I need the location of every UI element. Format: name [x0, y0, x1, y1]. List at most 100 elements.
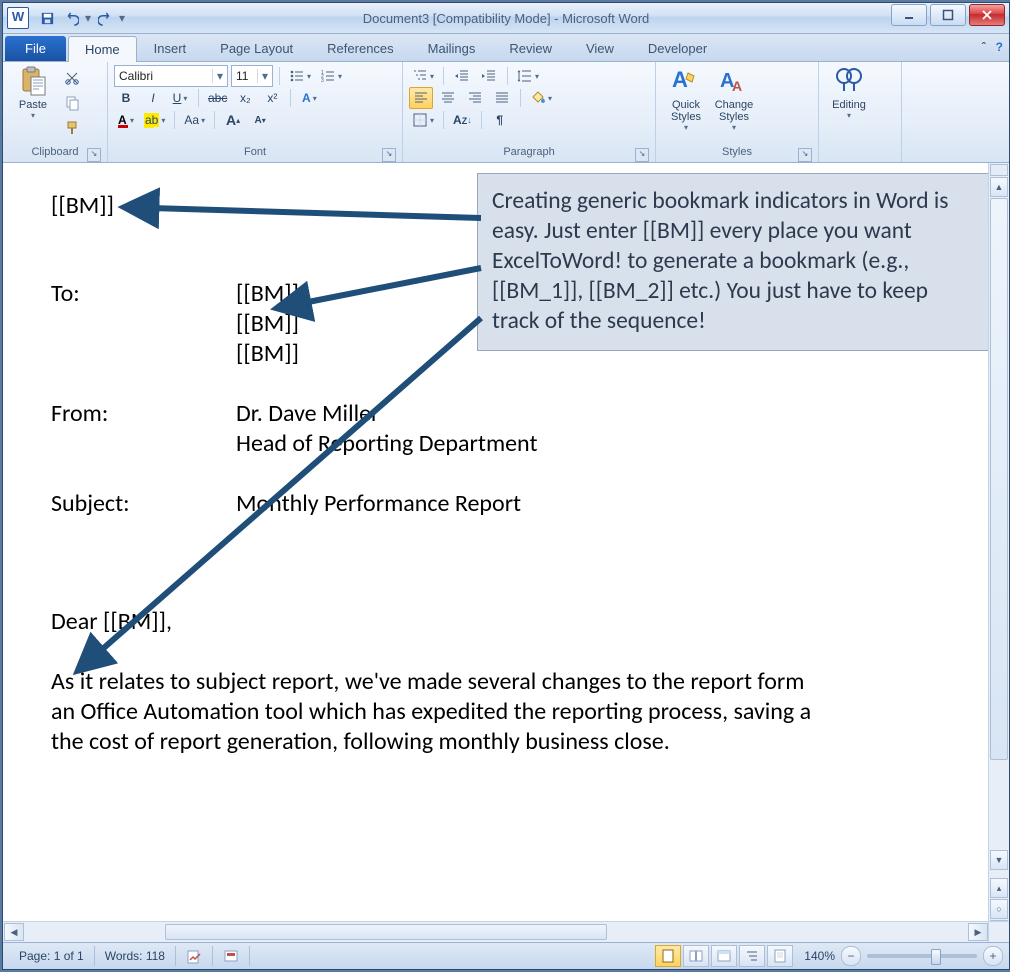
align-left-icon[interactable] — [409, 87, 433, 109]
vscroll-thumb[interactable] — [990, 198, 1008, 760]
bold-button[interactable]: B — [114, 87, 138, 109]
highlight-button[interactable]: ab▾ — [141, 109, 168, 131]
outline-view-icon[interactable] — [739, 945, 765, 967]
decrease-indent-icon[interactable] — [450, 65, 474, 87]
scroll-right-icon[interactable]: ▶ — [968, 923, 988, 941]
superscript-button[interactable]: x² — [260, 87, 284, 109]
quick-styles-button[interactable]: A Quick Styles▾ — [664, 65, 708, 132]
split-handle[interactable] — [990, 164, 1008, 176]
increase-indent-icon[interactable] — [477, 65, 501, 87]
zoom-out-button[interactable]: − — [841, 946, 861, 966]
paragraph-launcher-icon[interactable]: ↘ — [635, 148, 649, 162]
align-center-icon[interactable] — [436, 87, 460, 109]
resize-grip[interactable] — [988, 921, 1009, 942]
tab-file[interactable]: File — [5, 36, 66, 61]
tab-page-layout[interactable]: Page Layout — [203, 35, 310, 61]
subject-value: Monthly Performance Report — [236, 489, 521, 519]
grow-font-button[interactable]: A▴ — [221, 109, 245, 131]
font-name-selector[interactable]: Calibri▾ — [114, 65, 228, 87]
qat-customize-icon[interactable]: ▾ — [117, 11, 127, 25]
strikethrough-button[interactable]: abc — [205, 87, 230, 109]
cut-icon[interactable] — [60, 67, 84, 89]
status-page[interactable]: Page: 1 of 1 — [9, 946, 95, 966]
zoom-slider[interactable] — [867, 954, 977, 958]
maximize-button[interactable] — [930, 4, 966, 26]
font-color-button[interactable]: A▾ — [114, 109, 138, 131]
group-clipboard: Paste ▾ Clipboard↘ — [3, 62, 108, 162]
zoom-in-button[interactable]: + — [983, 946, 1003, 966]
bullets-icon[interactable]: ▾ — [286, 65, 314, 87]
shrink-font-button[interactable]: A▾ — [248, 109, 272, 131]
to-label: To: — [51, 279, 236, 309]
minimize-ribbon-icon[interactable]: ˆ — [982, 40, 986, 54]
horizontal-scrollbar[interactable]: ◀ ▶ — [3, 921, 989, 942]
body-line-3: the cost of report generation, following… — [51, 727, 983, 757]
font-size-selector[interactable]: 11▾ — [231, 65, 273, 87]
tab-view[interactable]: View — [569, 35, 631, 61]
draft-view-icon[interactable] — [767, 945, 793, 967]
underline-button[interactable]: U▾ — [168, 87, 192, 109]
numbering-icon[interactable]: 123▾ — [317, 65, 345, 87]
window-title: Document3 [Compatibility Mode] - Microso… — [3, 11, 1009, 26]
greeting-line: Dear [[BM]], — [51, 607, 983, 637]
undo-dropdown-icon[interactable]: ▾ — [83, 11, 93, 25]
clipboard-launcher-icon[interactable]: ↘ — [87, 148, 101, 162]
line-spacing-icon[interactable]: ▾ — [514, 65, 542, 87]
to-value-1: [[BM]] — [236, 279, 299, 309]
italic-button[interactable]: I — [141, 87, 165, 109]
text-effects-icon[interactable]: A▾ — [297, 87, 321, 109]
tab-insert[interactable]: Insert — [137, 35, 204, 61]
align-right-icon[interactable] — [463, 87, 487, 109]
subscript-button[interactable]: x₂ — [233, 87, 257, 109]
change-styles-button[interactable]: AA Change Styles▾ — [712, 65, 756, 132]
editing-button[interactable]: Editing▾ — [827, 65, 871, 120]
font-launcher-icon[interactable]: ↘ — [382, 148, 396, 162]
tab-references[interactable]: References — [310, 35, 410, 61]
multilevel-list-icon[interactable]: ▾ — [409, 65, 437, 87]
save-icon[interactable] — [37, 8, 57, 28]
change-case-button[interactable]: Aa▾ — [181, 109, 208, 131]
copy-icon[interactable] — [60, 92, 84, 114]
ribbon-tabs: File Home Insert Page Layout References … — [3, 34, 1009, 62]
minimize-button[interactable] — [891, 4, 927, 26]
undo-icon[interactable] — [61, 8, 81, 28]
print-layout-view-icon[interactable] — [655, 945, 681, 967]
group-editing: Editing▾ . — [819, 62, 902, 162]
scroll-left-icon[interactable]: ◀ — [4, 923, 24, 941]
close-button[interactable] — [969, 4, 1005, 26]
status-words[interactable]: Words: 118 — [95, 946, 176, 966]
format-painter-icon[interactable] — [60, 117, 84, 139]
find-icon — [833, 65, 865, 97]
paste-button[interactable]: Paste ▾ — [11, 65, 55, 120]
status-macro-icon[interactable] — [213, 946, 250, 966]
vertical-scrollbar[interactable]: ▲ ▼ ▴ ○ ▾ — [988, 163, 1009, 922]
redo-icon[interactable] — [95, 8, 115, 28]
previous-page-icon[interactable]: ▴ — [990, 878, 1008, 898]
hscroll-thumb[interactable] — [165, 924, 607, 940]
to-value-2: [[BM]] — [236, 309, 299, 339]
show-hide-icon[interactable]: ¶ — [488, 109, 512, 131]
tab-review[interactable]: Review — [492, 35, 569, 61]
help-icon[interactable]: ? — [996, 40, 1003, 54]
tab-mailings[interactable]: Mailings — [411, 35, 493, 61]
borders-icon[interactable]: ▾ — [409, 109, 437, 131]
tab-home[interactable]: Home — [68, 36, 137, 62]
justify-icon[interactable] — [490, 87, 514, 109]
status-proofing-icon[interactable] — [176, 946, 213, 966]
word-app-icon[interactable]: W — [7, 7, 29, 29]
subject-label: Subject: — [51, 489, 236, 519]
fullscreen-reading-view-icon[interactable] — [683, 945, 709, 967]
shading-icon[interactable]: ▾ — [527, 87, 555, 109]
zoom-level[interactable]: 140% — [804, 949, 835, 963]
styles-launcher-icon[interactable]: ↘ — [798, 148, 812, 162]
zoom-slider-thumb[interactable] — [931, 949, 941, 965]
browse-object-icon[interactable]: ○ — [990, 899, 1008, 919]
scroll-down-icon[interactable]: ▼ — [990, 850, 1008, 870]
sort-icon[interactable]: AZ↓ — [450, 109, 475, 131]
document-area[interactable]: [[BM]] To:[[BM]] [[BM]] [[BM]] From:Dr. … — [3, 163, 1009, 942]
web-layout-view-icon[interactable] — [711, 945, 737, 967]
from-value-1: Dr. Dave Miller — [236, 399, 379, 429]
scroll-up-icon[interactable]: ▲ — [990, 177, 1008, 197]
svg-text:3: 3 — [321, 78, 324, 84]
tab-developer[interactable]: Developer — [631, 35, 724, 61]
